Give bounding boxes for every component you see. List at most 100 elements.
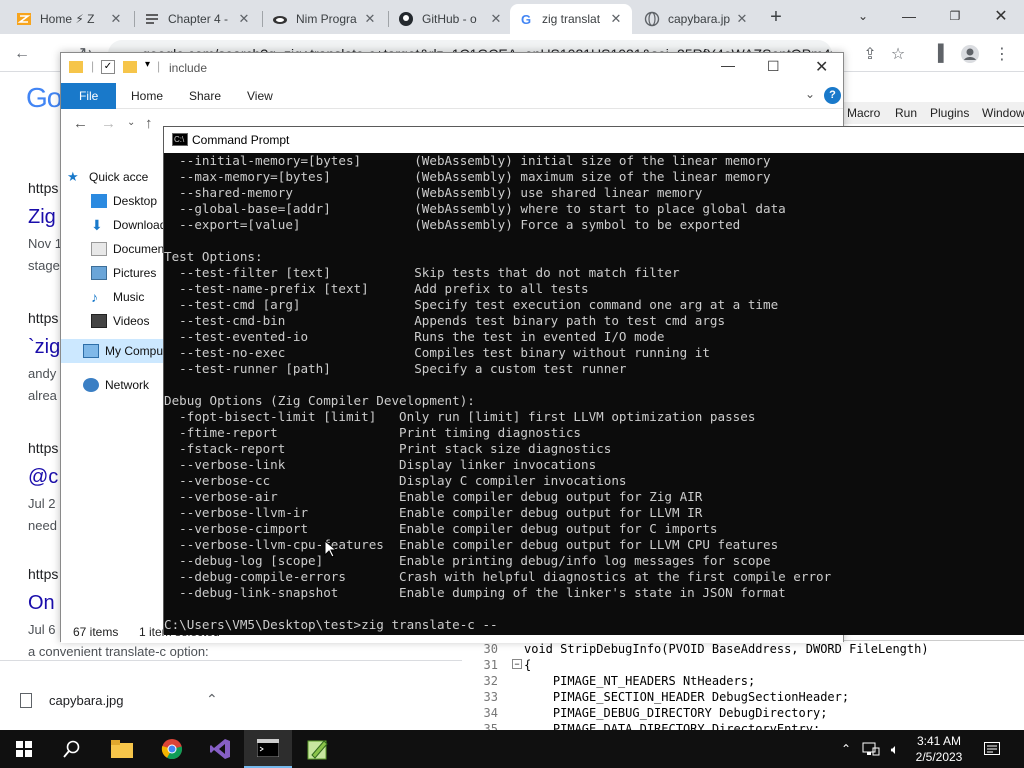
sidebar-item-my-computer[interactable]: My Compu	[61, 339, 163, 363]
cmd-taskbar-icon[interactable]	[244, 730, 292, 768]
fold-icon[interactable]: −	[512, 659, 522, 669]
result-title[interactable]: `zig	[28, 336, 60, 359]
result-url[interactable]: https	[28, 310, 58, 326]
recent-dropdown-icon[interactable]: ⌄	[127, 117, 135, 128]
up-icon[interactable]: ↑	[145, 115, 153, 132]
sidebar-label: Download	[113, 218, 167, 232]
close-icon[interactable]: ✕	[608, 11, 624, 27]
tab-github[interactable]: GitHub - o ✕	[390, 4, 512, 34]
result-snippet: Jul 6	[28, 622, 56, 637]
notifications-icon[interactable]	[980, 730, 1004, 768]
cmd-output-line: -ftime-report Print timing diagnostics	[164, 425, 582, 440]
side-panel-icon[interactable]: ▐	[926, 42, 950, 66]
close-icon[interactable]: ✕	[236, 11, 252, 27]
tab-home-zig[interactable]: Home ⚡ Z ✕	[8, 4, 132, 34]
network-tray-icon[interactable]	[860, 730, 882, 768]
back-icon[interactable]: ←	[73, 115, 88, 132]
result-snippet: alrea	[28, 388, 57, 403]
tab-zig-translate[interactable]: G zig translat ✕	[510, 4, 632, 34]
videos-icon	[91, 314, 107, 328]
close-icon[interactable]: ✕	[108, 11, 124, 27]
volume-icon[interactable]: 🔈︎	[884, 730, 906, 768]
cmd-output-line: Test Options:	[164, 249, 263, 264]
chrome-taskbar-icon[interactable]	[148, 730, 196, 768]
result-title[interactable]: @c	[28, 466, 58, 489]
sidebar-item-quick-access[interactable]: ★ Quick acce	[67, 165, 169, 189]
forward-icon[interactable]: →	[101, 115, 116, 132]
download-item[interactable]: capybara.jpg ⌃	[0, 661, 236, 731]
close-window-icon[interactable]: ✕	[978, 0, 1024, 32]
start-button[interactable]	[0, 730, 48, 768]
qat-separator: |	[91, 59, 95, 73]
minimize-icon[interactable]: —	[721, 57, 735, 73]
close-icon[interactable]: ✕	[362, 11, 378, 27]
result-url[interactable]: https	[28, 440, 58, 456]
cmd-output-line: --test-filter [text] Skip tests that do …	[164, 265, 680, 280]
explorer-titlebar[interactable]: | ✓ ▾ | include — ☐ ✕	[61, 53, 843, 83]
chrome-menu-icon[interactable]: ⋮	[990, 42, 1014, 66]
profile-avatar-icon[interactable]	[958, 42, 982, 66]
sidebar-label: Music	[113, 290, 145, 304]
ribbon-tab-share[interactable]: Share	[177, 83, 233, 109]
result-url[interactable]: https	[28, 180, 58, 196]
close-icon[interactable]: ✕	[734, 11, 750, 27]
menu-macro[interactable]: Macro	[847, 106, 880, 120]
google-icon: G	[520, 11, 532, 27]
tab-title: capybara.jp	[668, 12, 731, 26]
line-number: 31	[483, 658, 498, 672]
menu-window[interactable]: Window	[982, 106, 1024, 120]
result-snippet: Jul 2	[28, 496, 56, 511]
result-title[interactable]: On	[28, 592, 55, 615]
explorer-sidebar: ★ Quick acce Desktop ⬇ Download Documen Pi…	[61, 145, 167, 621]
notepadpp-taskbar-icon[interactable]	[294, 730, 342, 768]
maximize-icon[interactable]: ☐	[767, 58, 780, 75]
menu-run[interactable]: Run	[895, 106, 917, 120]
result-url[interactable]: https	[28, 566, 58, 582]
minimize-icon[interactable]: —	[886, 0, 932, 32]
chevron-up-icon[interactable]: ⌃	[206, 691, 218, 708]
cmd-titlebar[interactable]: C:\ Command Prompt	[164, 127, 1024, 153]
tab-search-icon[interactable]: ⌄	[840, 0, 886, 32]
cmd-output-line: --export=[value] (WebAssembly) Force a s…	[164, 217, 741, 232]
google-logo[interactable]: Go	[26, 82, 62, 114]
ribbon-tab-home[interactable]: Home	[119, 83, 175, 109]
close-icon[interactable]: ✕	[488, 11, 504, 27]
cmd-output-line: --global-base=[addr] (WebAssembly) where…	[164, 201, 786, 216]
sidebar-label: Desktop	[113, 194, 158, 208]
properties-icon[interactable]: ✓	[101, 60, 115, 74]
help-icon[interactable]: ?	[824, 87, 841, 104]
cmd-output-line: -fopt-bisect-limit [limit] Only run [lim…	[164, 409, 756, 424]
cmd-output-line: --debug-compile-errors Crash with helpfu…	[164, 569, 832, 584]
search-icon[interactable]	[48, 730, 96, 768]
documents-icon	[91, 242, 107, 256]
ribbon-tab-file[interactable]: File	[61, 83, 117, 109]
code-line: PIMAGE_SECTION_HEADER DebugSectionHeader…	[524, 690, 850, 704]
cmd-output-line: --test-evented-io Runs the test in event…	[164, 329, 665, 344]
share-icon[interactable]: ⇪	[858, 42, 882, 66]
menu-plugins[interactable]: Plugins	[930, 106, 969, 120]
bookmark-star-icon[interactable]: ☆	[886, 42, 910, 66]
qat-dropdown-icon[interactable]: ▾	[145, 59, 150, 70]
clock[interactable]: 3:41 AM 2/5/2023	[906, 730, 972, 768]
npp-menubar: Macro Run Plugins Window	[844, 102, 1024, 124]
tab-chapter4[interactable]: Chapter 4 - ✕	[136, 4, 260, 34]
result-title[interactable]: Zig	[28, 206, 56, 229]
new-tab-button[interactable]: +	[764, 6, 788, 30]
cmd-output-line: -fstack-report Print stack size diagnost…	[164, 441, 612, 456]
file-explorer-taskbar-icon[interactable]	[98, 730, 146, 768]
visual-studio-taskbar-icon[interactable]	[196, 730, 244, 768]
close-window-icon[interactable]: ✕	[815, 57, 828, 77]
ribbon-tab-view[interactable]: View	[235, 83, 285, 109]
show-hidden-icons-icon[interactable]: ⌃	[836, 730, 856, 768]
back-icon[interactable]: ←	[10, 42, 34, 66]
npp-editor[interactable]: 30 void StripDebugInfo(PVOID BaseAddress…	[462, 640, 1024, 738]
cmd-output-line: --test-cmd-bin Appends test binary path …	[164, 313, 726, 328]
cmd-console-output[interactable]: --initial-memory=[bytes] (WebAssembly) i…	[164, 153, 1024, 635]
new-folder-icon[interactable]	[123, 61, 137, 73]
tab-capybara[interactable]: capybara.jp ✕	[636, 4, 758, 34]
tab-nim[interactable]: Nim Progra ✕	[264, 4, 386, 34]
cmd-output-line: --initial-memory=[bytes] (WebAssembly) i…	[164, 153, 771, 168]
restore-icon[interactable]: ❐	[932, 0, 978, 32]
network-icon	[83, 378, 99, 392]
ribbon-expand-icon[interactable]: ⌄	[805, 87, 815, 101]
